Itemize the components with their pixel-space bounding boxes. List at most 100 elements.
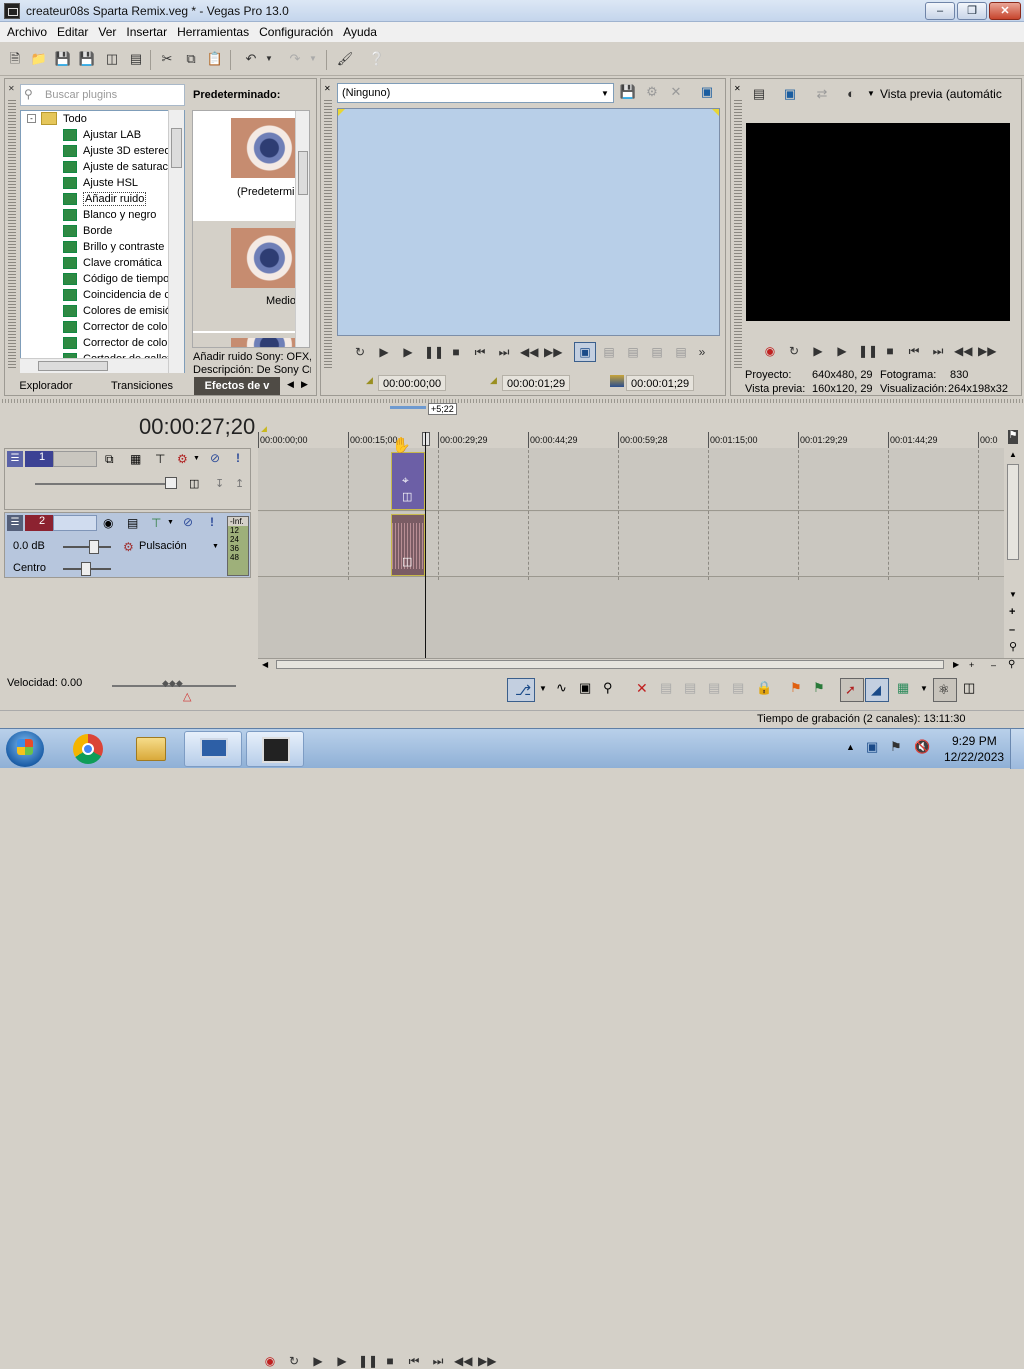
- level-slider[interactable]: [35, 483, 175, 485]
- arm-record-icon[interactable]: ◉: [103, 516, 113, 530]
- track-mode-label[interactable]: Pulsación: [139, 540, 187, 552]
- next-frame-icon[interactable]: ⏭: [930, 343, 946, 359]
- chevron-down-icon[interactable]: ▼: [867, 89, 875, 98]
- plugin-tree-item[interactable]: Ajuste 3D estereo: [21, 143, 184, 159]
- chevron-down-icon[interactable]: ▼: [167, 519, 174, 526]
- crop-icon[interactable]: ⌖: [402, 473, 409, 488]
- fx-preview-canvas[interactable]: [337, 108, 720, 336]
- volume-muted-icon[interactable]: 🔇: [914, 739, 930, 755]
- pause-icon[interactable]: ❚❚: [424, 344, 444, 360]
- copy-icon[interactable]: ⧉: [182, 50, 200, 68]
- chevron-down-icon[interactable]: ▼: [920, 684, 928, 693]
- fx-preset-dropdown[interactable]: (Ninguno) ▼: [337, 83, 614, 103]
- stop-icon[interactable]: ■: [382, 1353, 398, 1369]
- taskbar-vegas-pro[interactable]: [246, 731, 304, 767]
- plugin-tree-item[interactable]: Añadir ruido: [21, 191, 184, 207]
- tab-explorador[interactable]: Explorador: [8, 377, 84, 395]
- trim-icon[interactable]: ▤: [660, 680, 672, 696]
- plugin-tree-item[interactable]: Corrector de color: [21, 335, 184, 351]
- redo-icon[interactable]: ↷: [286, 50, 304, 68]
- zoom-in-h-icon[interactable]: +: [969, 660, 974, 670]
- new-file-icon[interactable]: 🗎: [6, 50, 24, 68]
- pan-slider-thumb[interactable]: [81, 562, 91, 576]
- zoom-tool-icon[interactable]: ⚲: [1009, 640, 1017, 653]
- compositing-icon[interactable]: ▦: [130, 452, 141, 466]
- go-end-icon[interactable]: ⏭: [430, 1353, 446, 1369]
- save-icon[interactable]: 💾: [54, 50, 72, 68]
- menu-herramientas[interactable]: Herramientas: [173, 22, 253, 39]
- loop-region-bar[interactable]: [390, 406, 426, 409]
- auto-crossfade-button[interactable]: ◢: [865, 678, 889, 702]
- scroll-down-icon[interactable]: ▼: [1009, 590, 1017, 599]
- mute-icon[interactable]: ⊘: [210, 451, 220, 465]
- fast-forward-icon[interactable]: ▶▶: [978, 343, 996, 359]
- plugin-tree-item[interactable]: Coincidencia de co: [21, 287, 184, 303]
- close-button[interactable]: ✕: [989, 2, 1021, 20]
- trim-start-icon[interactable]: ▤: [684, 680, 696, 696]
- zoom-tool-h-icon[interactable]: ⚲: [1008, 659, 1015, 670]
- video-track-header[interactable]: ☰ 1 ⧉ ▦ ⊤ ⚙ ▼ ⊘ ! ◫ ↧ ↥: [4, 448, 251, 510]
- paste-icon[interactable]: 📋: [206, 50, 224, 68]
- play-icon[interactable]: ▶: [400, 344, 416, 360]
- brush-icon[interactable]: 🖌: [336, 50, 354, 68]
- start-button[interactable]: [6, 731, 44, 767]
- track-name-field[interactable]: [53, 515, 97, 531]
- tab-transiciones[interactable]: Transiciones: [100, 377, 184, 395]
- menu-insertar[interactable]: Insertar: [122, 22, 171, 39]
- next-frame-icon[interactable]: ▶▶: [478, 1353, 496, 1369]
- preset-list[interactable]: (Predetermi Medio: [192, 110, 310, 348]
- loop-icon[interactable]: ↻: [352, 344, 368, 360]
- taskbar-remote-desktop[interactable]: [184, 731, 242, 767]
- network-icon[interactable]: ▣: [866, 739, 878, 755]
- menu-ayuda[interactable]: Ayuda: [339, 22, 381, 39]
- keyframe-nav-icon[interactable]: ▤: [625, 344, 641, 360]
- menu-editar[interactable]: Editar: [53, 22, 92, 39]
- open-folder-icon[interactable]: 📁: [30, 50, 48, 68]
- delete-icon[interactable]: ✕: [636, 680, 648, 697]
- undo-dropdown-icon[interactable]: ▼: [264, 50, 274, 68]
- normal-edit-tool-button[interactable]: ⎇: [507, 678, 535, 702]
- track-collapse-icon[interactable]: ☰: [7, 451, 23, 467]
- mute-icon[interactable]: ⊘: [183, 515, 193, 529]
- video-event-clip[interactable]: ⌖ ◫: [391, 452, 425, 510]
- plugin-tree-item[interactable]: Ajuste HSL: [21, 175, 184, 191]
- chevron-down-icon[interactable]: ▼: [212, 543, 219, 550]
- plugin-tree-item[interactable]: Clave cromática: [21, 255, 184, 271]
- track-area[interactable]: [258, 448, 1004, 658]
- play-icon[interactable]: ▶: [834, 343, 850, 359]
- level-slider-thumb[interactable]: [165, 477, 177, 489]
- show-desktop-button[interactable]: [1010, 729, 1024, 769]
- play-from-start-icon[interactable]: ▶: [810, 343, 826, 359]
- scroll-left-icon[interactable]: ◀: [262, 660, 268, 669]
- plugin-search-input[interactable]: ⚲ Buscar plugins: [20, 84, 185, 106]
- zoom-out-h-icon[interactable]: –: [991, 660, 996, 670]
- external-monitor-icon[interactable]: ▣: [781, 85, 799, 103]
- panel-grip[interactable]: [324, 98, 332, 368]
- lock-icon[interactable]: 🔒: [756, 680, 772, 696]
- tab-scroll-left-icon[interactable]: ◀: [287, 379, 294, 390]
- preset-item-medio[interactable]: Medio: [193, 221, 296, 331]
- keyframe-nav-icon[interactable]: ▤: [649, 344, 665, 360]
- compositing-mode-icon[interactable]: ◫: [189, 477, 199, 490]
- panel-grip[interactable]: [734, 98, 742, 368]
- velocity-thumb[interactable]: ◆◆◆: [162, 678, 183, 689]
- main-video-preview[interactable]: [746, 123, 1010, 321]
- prev-frame-icon[interactable]: ⏮: [472, 344, 488, 360]
- stop-icon[interactable]: ■: [882, 343, 898, 359]
- track-name-field[interactable]: [53, 451, 97, 467]
- record-icon[interactable]: ◉: [762, 343, 778, 359]
- loop-icon[interactable]: ↻: [786, 343, 802, 359]
- plugin-tree-item[interactable]: Ajuste de saturac: [21, 159, 184, 175]
- keyframe-nav-icon[interactable]: ▤: [673, 344, 689, 360]
- keyframe-nav-icon[interactable]: ▤: [601, 344, 617, 360]
- vscroll-thumb[interactable]: [1007, 464, 1019, 560]
- fast-forward-icon[interactable]: ▶▶: [544, 344, 562, 360]
- track-collapse-icon[interactable]: ☰: [7, 515, 23, 531]
- save-preset-icon[interactable]: 💾: [619, 83, 637, 101]
- remove-plugin-icon[interactable]: ✕: [667, 83, 685, 101]
- marker-flag-icon[interactable]: ⚑: [1008, 430, 1018, 444]
- rewind-icon[interactable]: ◀◀: [520, 344, 538, 360]
- plugin-tree[interactable]: - Todo Ajustar LAB Ajuste 3D estereo Ajust…: [20, 110, 185, 373]
- plugin-tree-item[interactable]: Código de tiempo: [21, 271, 184, 287]
- timeline-hscroll[interactable]: ◀ ▶ + – ⚲: [258, 658, 1024, 670]
